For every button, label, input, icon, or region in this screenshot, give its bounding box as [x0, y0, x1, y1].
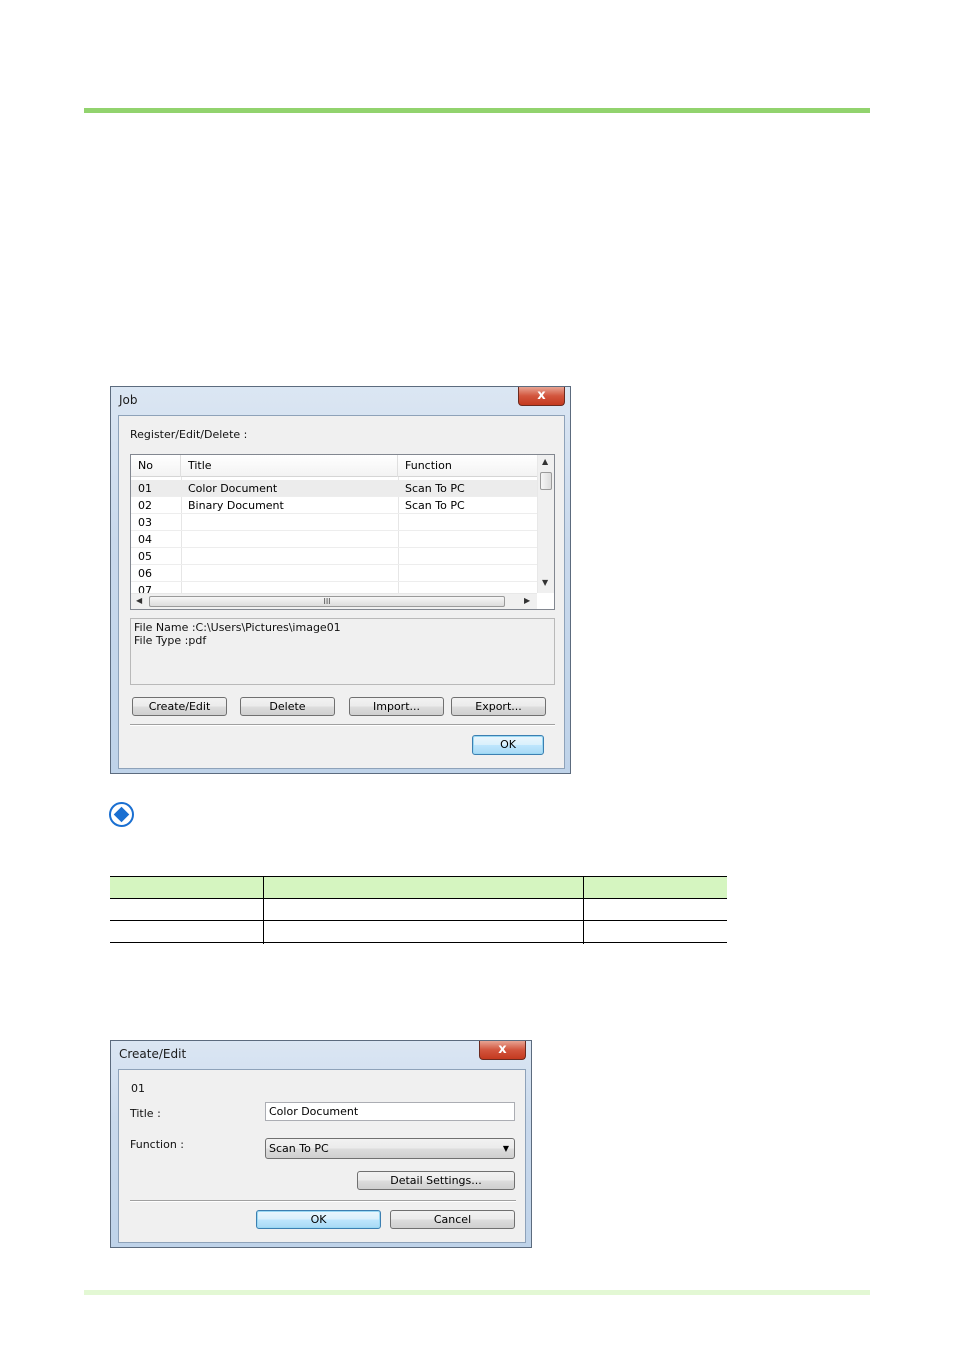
separator: [130, 724, 555, 726]
table-row: [110, 899, 727, 921]
table-row[interactable]: 04: [131, 531, 537, 548]
file-type-text: File Type :pdf: [134, 634, 207, 647]
row-title: [181, 514, 188, 531]
create-edit-button[interactable]: Create/Edit: [132, 697, 227, 716]
table-row: [110, 921, 727, 943]
table-row[interactable]: 06: [131, 565, 537, 582]
table-row[interactable]: 03: [131, 514, 537, 531]
row-function: Scan To PC: [405, 499, 465, 512]
row-title: [181, 548, 188, 565]
job-number: 01: [131, 1082, 145, 1095]
cancel-button[interactable]: Cancel: [390, 1210, 515, 1229]
bottom-rule: [84, 1290, 870, 1295]
vertical-scroll-thumb[interactable]: [540, 472, 552, 490]
title-label: Title :: [130, 1107, 161, 1120]
row-no: 04: [138, 533, 152, 546]
job-dialog-body: Register/Edit/Delete : No Title Function…: [118, 415, 565, 769]
job-list-header: No Title Function: [131, 455, 537, 477]
scroll-left-icon[interactable]: ◀: [136, 596, 142, 605]
row-function: Scan To PC: [405, 482, 465, 495]
function-select-value: Scan To PC: [269, 1142, 329, 1155]
note-icon: [109, 802, 134, 827]
function-select[interactable]: Scan To PC ▼: [265, 1138, 515, 1159]
chevron-down-icon: ▼: [502, 1144, 509, 1153]
row-title: [181, 565, 188, 582]
job-dialog-title: Job: [119, 393, 138, 407]
row-title: Color Document: [188, 482, 278, 495]
horizontal-scroll-thumb[interactable]: III: [149, 596, 505, 607]
ok-button[interactable]: OK: [472, 735, 544, 755]
create-edit-dialog-title: Create/Edit: [119, 1047, 187, 1061]
row-no: 06: [138, 567, 152, 580]
table-row[interactable]: 05: [131, 548, 537, 565]
row-no: 03: [138, 516, 152, 529]
row-no: 05: [138, 550, 152, 563]
vertical-scrollbar[interactable]: ▲ ▼: [537, 455, 554, 593]
detail-settings-button[interactable]: Detail Settings...: [357, 1171, 515, 1190]
delete-button[interactable]: Delete: [240, 697, 335, 716]
job-dialog: Job x Register/Edit/Delete : No Title Fu…: [110, 386, 571, 774]
file-info-box: File Name :C:\Users\Pictures\image01 Fil…: [130, 618, 555, 685]
column-header-title[interactable]: Title: [181, 455, 398, 477]
table-divider: [583, 876, 584, 944]
table-row[interactable]: 02 Binary Document Scan To PC: [131, 497, 537, 514]
title-input[interactable]: Color Document: [265, 1102, 515, 1121]
close-button[interactable]: x: [479, 1041, 526, 1060]
export-button[interactable]: Export...: [451, 697, 546, 716]
row-title: Binary Document: [188, 499, 284, 512]
row-function: [398, 514, 405, 531]
function-label: Function :: [130, 1138, 184, 1151]
scroll-down-icon[interactable]: ▼: [542, 578, 548, 587]
import-button[interactable]: Import...: [349, 697, 444, 716]
create-edit-dialog: Create/Edit x 01 Title : Color Document …: [110, 1040, 532, 1248]
close-icon: x: [537, 388, 546, 403]
horizontal-scrollbar[interactable]: ◀ III ▶: [131, 593, 537, 609]
table-row[interactable]: 01 Color Document Scan To PC: [131, 480, 537, 497]
job-list[interactable]: No Title Function 01 Color Document Scan…: [130, 454, 555, 610]
row-no: 01: [138, 482, 152, 495]
table-header: [110, 876, 727, 899]
row-no: 02: [138, 499, 152, 512]
register-edit-delete-label: Register/Edit/Delete :: [130, 428, 248, 441]
separator: [130, 1200, 516, 1202]
close-icon: x: [498, 1042, 507, 1057]
row-function: [398, 531, 405, 548]
row-title: [181, 531, 188, 548]
top-rule: [84, 108, 870, 113]
column-header-function[interactable]: Function: [398, 455, 537, 477]
row-function: [398, 548, 405, 565]
column-header-no[interactable]: No: [131, 455, 181, 477]
table-row[interactable]: 07: [131, 582, 537, 593]
close-button[interactable]: x: [518, 387, 565, 406]
scroll-right-icon[interactable]: ▶: [524, 596, 530, 605]
row-no: 07: [138, 584, 152, 593]
ok-button[interactable]: OK: [256, 1210, 381, 1229]
scroll-grip-icon: III: [323, 597, 331, 606]
create-edit-body: 01 Title : Color Document Function : Sca…: [118, 1069, 526, 1243]
file-name-text: File Name :C:\Users\Pictures\image01: [134, 621, 341, 634]
row-function: [398, 565, 405, 582]
scroll-up-icon[interactable]: ▲: [542, 457, 548, 466]
table-divider: [263, 876, 264, 944]
